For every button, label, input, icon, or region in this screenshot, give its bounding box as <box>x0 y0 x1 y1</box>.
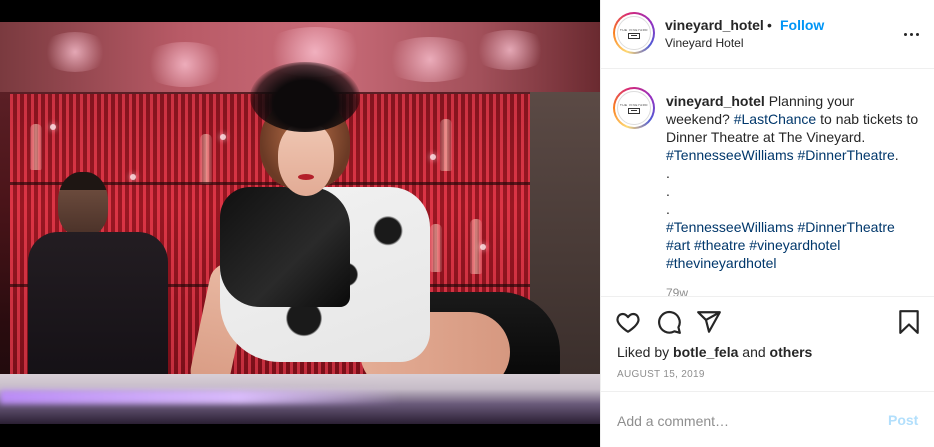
caption-username[interactable]: vineyard_hotel <box>666 93 765 109</box>
hashtag-link[interactable]: #art <box>666 237 690 253</box>
comment-input[interactable] <box>617 410 867 432</box>
comment-icon[interactable] <box>656 309 682 335</box>
bar-light <box>0 390 400 404</box>
post-image <box>0 22 600 424</box>
hashtag-link[interactable]: #DinnerTheatre <box>798 147 895 163</box>
post-photo[interactable] <box>0 0 600 447</box>
caption-period: . <box>894 147 899 163</box>
heart-icon[interactable] <box>615 309 641 335</box>
post-comment-button[interactable]: Post <box>888 412 918 428</box>
location-link[interactable]: Vineyard Hotel <box>665 36 744 50</box>
logo-icon <box>628 32 640 39</box>
caption-dot: . <box>666 165 670 181</box>
caption-timestamp[interactable]: 79w <box>666 286 688 296</box>
header-username[interactable]: vineyard_hotel <box>665 17 764 33</box>
bookmark-icon[interactable] <box>896 309 922 335</box>
post-date[interactable]: AUGUST 15, 2019 <box>617 369 705 380</box>
avatar[interactable]: THE VINEYARD <box>613 12 655 54</box>
caption-avatar-logo-text: THE VINEYARD <box>620 102 648 107</box>
performer <box>186 62 570 402</box>
hashtag-link[interactable]: #TennesseeWilliams <box>666 147 794 163</box>
avatar-logo-text: THE VINEYARD <box>620 27 648 32</box>
hashtag-link[interactable]: #DinnerTheatre <box>798 219 895 235</box>
likes-prefix: Liked by <box>617 344 674 360</box>
liked-by-user-link[interactable]: botle_fela <box>673 344 738 360</box>
logo-icon <box>628 107 640 114</box>
follow-button[interactable]: Follow <box>780 17 824 33</box>
likes-middle: and <box>738 344 770 360</box>
caption-section: THE VINEYARD vineyard_hotel Planning you… <box>601 70 934 296</box>
caption-text: vineyard_hotel Planning your weekend? #L… <box>666 92 922 272</box>
hashtag-link[interactable]: #TennesseeWilliams <box>666 219 794 235</box>
likes-summary: Liked by botle_fela and others <box>617 344 812 360</box>
hashtag-link[interactable]: #thevineyardhotel <box>666 255 777 271</box>
hashtag-link[interactable]: #theatre <box>694 237 745 253</box>
hashtag-link[interactable]: #LastChance <box>734 111 817 127</box>
caption-dot: . <box>666 183 670 199</box>
more-options-icon[interactable] <box>899 22 923 46</box>
action-bar <box>601 296 934 344</box>
caption-avatar[interactable]: THE VINEYARD <box>613 87 655 129</box>
header-separator: • <box>767 17 772 33</box>
share-icon[interactable] <box>696 309 722 335</box>
caption-dot: . <box>666 201 670 217</box>
post-header: THE VINEYARD vineyard_hotel • Follow Vin… <box>601 0 934 69</box>
post-sidebar: THE VINEYARD vineyard_hotel • Follow Vin… <box>600 0 934 447</box>
hashtag-link[interactable]: #vineyardhotel <box>749 237 840 253</box>
likes-others-link[interactable]: others <box>770 344 813 360</box>
background-person <box>28 172 168 377</box>
comment-bar: Post <box>601 391 934 447</box>
